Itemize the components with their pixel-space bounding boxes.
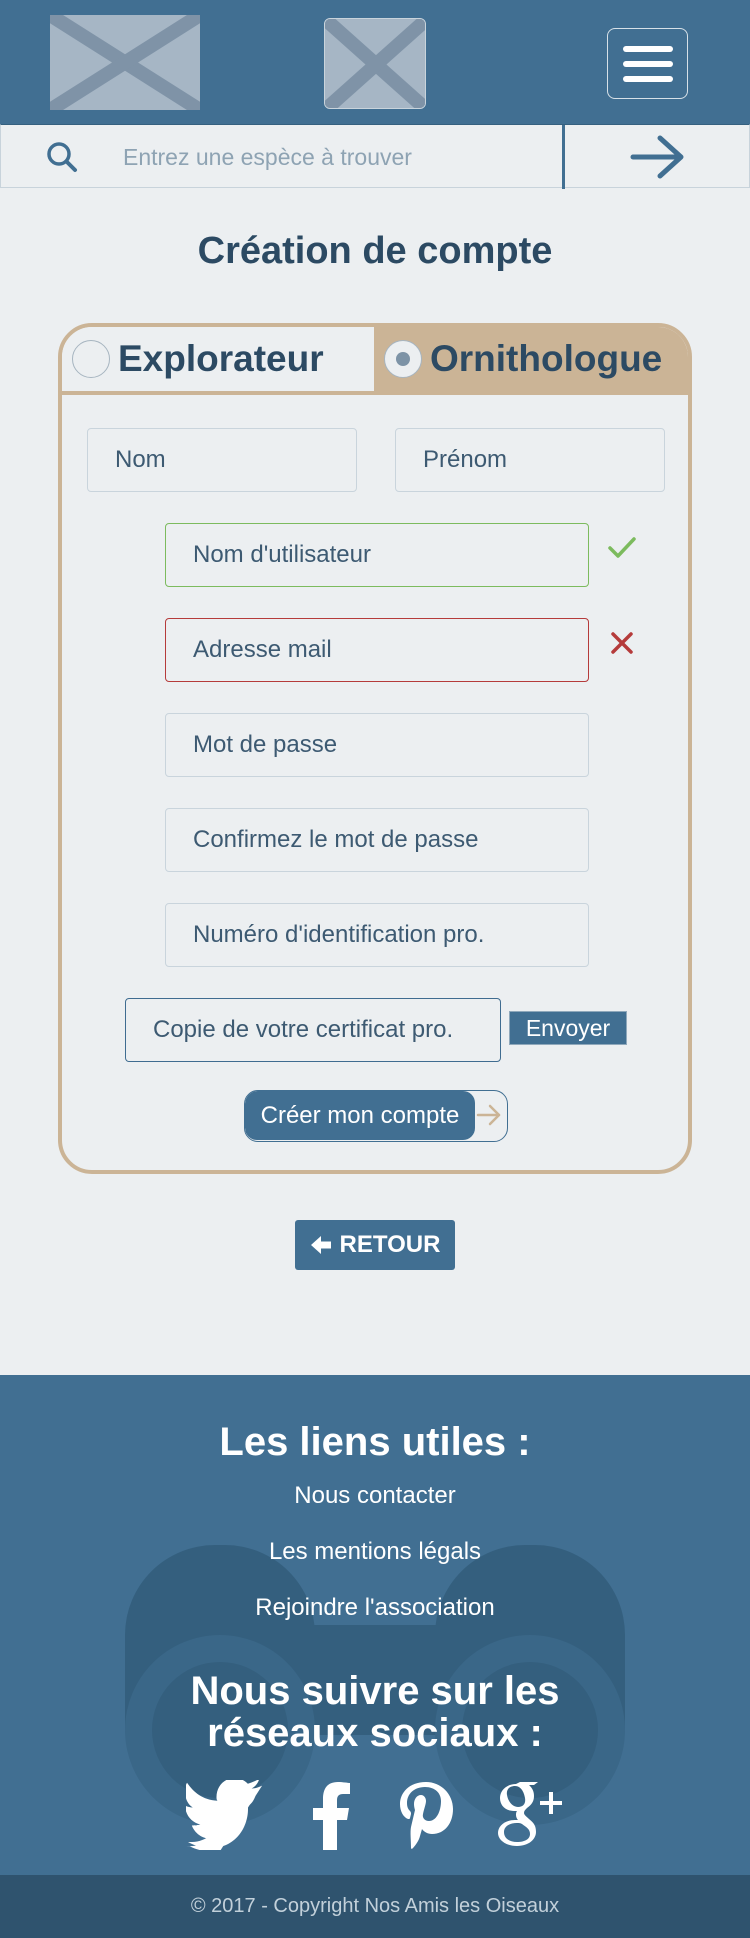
facebook-icon[interactable]: [305, 1780, 355, 1850]
tab-ornithologue[interactable]: Ornithologue: [374, 327, 688, 391]
check-icon: [608, 537, 636, 558]
search-bar: [0, 124, 750, 189]
search-input[interactable]: [123, 137, 543, 177]
logo-placeholder-image[interactable]: [46, 9, 204, 116]
create-account-button[interactable]: Créer mon compte: [244, 1090, 508, 1142]
social-title-line-2: réseaux sociaux :: [207, 1711, 543, 1755]
footer-link-join[interactable]: Rejoindre l'association: [0, 1594, 750, 1622]
menu-bar: [622, 75, 673, 82]
arrow-right-icon: [630, 135, 684, 179]
social-title-line-1: Nous suivre sur les: [190, 1669, 560, 1713]
account-type-tabs: Explorateur Ornithologue: [62, 327, 688, 395]
error-x-icon: [611, 632, 633, 654]
arrow-left-icon: [310, 1236, 331, 1254]
radio-explorateur[interactable]: [72, 340, 110, 378]
page-title: Création de compte: [197, 230, 553, 272]
brand-placeholder-image[interactable]: [324, 18, 426, 109]
menu-bar: [622, 60, 673, 67]
nom-field[interactable]: [87, 428, 357, 492]
arrow-right-icon: [476, 1104, 501, 1126]
header: [0, 0, 750, 124]
back-button[interactable]: RETOUR: [295, 1220, 455, 1270]
menu-bar: [622, 45, 673, 52]
copyright-bar: © 2017 - Copyright Nos Amis les Oiseaux: [0, 1875, 750, 1938]
certificate-upload-field[interactable]: [125, 998, 501, 1062]
hamburger-menu-icon[interactable]: [607, 28, 688, 99]
footer: Les liens utiles : Nous contacter Les me…: [0, 1375, 750, 1875]
password-confirm-field[interactable]: [165, 808, 589, 872]
back-button-label: RETOUR: [339, 1231, 441, 1258]
email-field[interactable]: [165, 618, 589, 682]
prenom-field[interactable]: [395, 428, 665, 492]
password-field[interactable]: [165, 713, 589, 777]
tab-ornithologue-label: Ornithologue: [430, 338, 663, 379]
username-field[interactable]: [165, 523, 589, 587]
create-account-label: Créer mon compte: [245, 1091, 475, 1140]
send-certificate-button[interactable]: Envoyer: [509, 1011, 627, 1045]
tab-explorateur-label: Explorateur: [118, 338, 324, 379]
social-title: Nous suivre sur les réseaux sociaux :: [0, 1670, 750, 1754]
pinterest-icon[interactable]: [395, 1780, 455, 1850]
search-icon: [46, 141, 78, 173]
footer-links-title: Les liens utiles :: [219, 1420, 531, 1464]
pro-id-field[interactable]: [165, 903, 589, 967]
footer-link-legal[interactable]: Les mentions légals: [0, 1538, 750, 1566]
signup-form-card: Explorateur Ornithologue Envoyer Créer m…: [58, 323, 692, 1174]
copyright-text: © 2017 - Copyright Nos Amis les Oiseaux: [190, 1895, 560, 1917]
tab-explorateur[interactable]: Explorateur: [62, 327, 374, 391]
google-plus-icon[interactable]: [494, 1780, 566, 1850]
search-submit-button[interactable]: [565, 125, 750, 189]
radio-ornithologue[interactable]: [384, 340, 422, 378]
twitter-icon[interactable]: [186, 1780, 266, 1850]
footer-link-contact[interactable]: Nous contacter: [0, 1482, 750, 1510]
